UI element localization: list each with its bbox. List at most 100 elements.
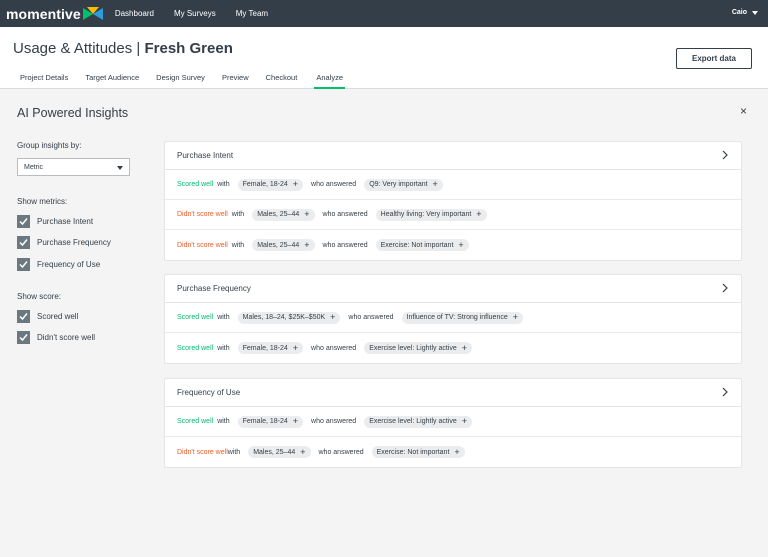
insight-card-purchase-intent: Purchase Intent Scored well with Female,…	[164, 141, 742, 261]
group-insights-label: Group insights by:	[17, 141, 82, 150]
metric-label: Frequency of Use	[37, 260, 101, 269]
score-checkbox-didnt-score-well[interactable]: Didn't score well	[17, 331, 95, 344]
score-status: Scored well	[177, 314, 214, 321]
score-status: Didn't score well	[177, 211, 228, 218]
checkbox-checked-icon	[17, 331, 30, 344]
plus-icon: +	[461, 342, 467, 353]
logo-text: momentive	[6, 5, 81, 22]
with-text: with	[217, 418, 230, 425]
tab-preview[interactable]: Preview	[222, 73, 249, 89]
metric-checkbox-purchase-frequency[interactable]: Purchase Frequency	[17, 236, 111, 249]
caret-down-icon	[752, 10, 758, 15]
insight-row: Scored well with Female, 18-24 + who answ…	[165, 407, 741, 437]
plus-icon: +	[292, 179, 299, 189]
segment-label: Males, 25–44	[253, 448, 296, 456]
nav-dashboard[interactable]: Dashboard	[115, 9, 154, 18]
answer-chip[interactable]: Exercise level: Lightly active +	[364, 415, 472, 428]
card-title: Purchase Intent	[177, 151, 234, 160]
insight-row: Scored well with Female, 18-24 + who answ…	[165, 333, 741, 363]
with-text: with	[217, 344, 230, 352]
plus-icon: +	[292, 342, 299, 353]
with-text: with	[217, 181, 230, 188]
plus-icon: +	[304, 209, 310, 219]
score-checkbox-scored-well[interactable]: Scored well	[17, 310, 78, 323]
card-header[interactable]: Frequency of Use	[165, 379, 741, 407]
project-header: Usage & Attitudes | Fresh Green Project …	[0, 27, 768, 89]
answer-chip[interactable]: Influence of TV: Strong influence +	[401, 311, 524, 324]
card-header[interactable]: Purchase Frequency	[165, 275, 741, 303]
main-nav: Dashboard My Surveys My Team	[115, 9, 288, 18]
who-answered-text: who answered	[311, 344, 357, 352]
metric-checkbox-purchase-intent[interactable]: Purchase Intent	[17, 215, 93, 228]
page-title-project: Fresh Green	[144, 40, 233, 57]
insight-row: Didn't score well with Males, 25–44 + who…	[165, 230, 741, 260]
with-text: with	[231, 211, 245, 218]
who-answered-text: who answered	[318, 448, 364, 456]
insight-card-frequency-of-use: Frequency of Use Scored well with Female…	[164, 378, 742, 468]
metric-label: Purchase Frequency	[37, 238, 111, 247]
group-insights-select[interactable]: Metric	[17, 158, 130, 176]
nav-my-team[interactable]: My Team	[236, 9, 268, 18]
segment-chip[interactable]: Female, 18-24 +	[237, 342, 304, 354]
checkbox-checked-icon	[17, 215, 30, 228]
segment-label: Males, 25–44	[257, 211, 300, 218]
plus-icon: +	[300, 446, 306, 457]
score-status: Didn't score well	[177, 448, 228, 456]
plus-icon: +	[512, 312, 519, 322]
segment-chip[interactable]: Males, 25–44 +	[252, 208, 315, 221]
who-answered-text: who answered	[311, 181, 357, 188]
card-header[interactable]: Purchase Intent	[165, 142, 741, 170]
segment-chip[interactable]: Males, 25–44 +	[248, 446, 311, 458]
card-title: Purchase Frequency	[177, 284, 251, 293]
page-title-prefix: Usage & Attitudes |	[13, 40, 145, 57]
top-nav-bar: momentive Dashboard My Surveys My Team C…	[0, 0, 768, 27]
segment-label: Female, 18-24	[242, 344, 288, 352]
chevron-right-icon	[722, 283, 728, 293]
chevron-right-icon	[722, 387, 728, 397]
segment-label: Males, 18–24, $25K–$50K	[242, 314, 326, 321]
panel-title: AI Powered Insights	[17, 106, 129, 120]
metric-checkbox-frequency-of-use[interactable]: Frequency of Use	[17, 258, 100, 271]
user-menu[interactable]: Caio	[732, 9, 758, 16]
segment-chip[interactable]: Males, 25–44 +	[252, 239, 315, 251]
project-tabs: Project Details Target Audience Design S…	[20, 73, 362, 89]
who-answered-text: who answered	[311, 418, 357, 425]
nav-my-surveys[interactable]: My Surveys	[174, 9, 216, 18]
plus-icon: +	[476, 209, 482, 219]
momentive-logo[interactable]: momentive	[6, 6, 103, 22]
segment-chip[interactable]: Female, 18-24 +	[237, 178, 304, 191]
score-status: Scored well	[177, 418, 214, 425]
answer-label: Healthy living: Very important	[380, 211, 472, 218]
tab-target-audience[interactable]: Target Audience	[85, 73, 139, 89]
checkbox-checked-icon	[17, 310, 30, 323]
tab-checkout[interactable]: Checkout	[266, 73, 298, 89]
score-label: Scored well	[37, 312, 79, 321]
score-label: Didn't score well	[37, 333, 95, 342]
chevron-down-icon	[117, 166, 123, 170]
score-status: Scored well	[177, 344, 214, 352]
segment-chip[interactable]: Males, 18–24, $25K–$50K +	[237, 311, 341, 324]
answer-chip[interactable]: Exercise: Not important +	[375, 239, 469, 251]
checkbox-checked-icon	[17, 236, 30, 249]
show-score-label: Show score:	[17, 292, 62, 301]
tab-design-survey[interactable]: Design Survey	[156, 73, 205, 89]
segment-chip[interactable]: Female, 18-24 +	[237, 415, 304, 428]
export-data-button[interactable]: Export data	[676, 48, 752, 69]
answer-chip[interactable]: Exercise: Not important +	[371, 446, 465, 458]
with-text: with	[231, 241, 245, 249]
plus-icon: +	[454, 446, 460, 457]
tab-analyze[interactable]: Analyze	[314, 73, 345, 89]
answer-chip[interactable]: Healthy living: Very important +	[375, 208, 487, 221]
logo-mark-icon	[82, 6, 103, 20]
plus-icon: +	[304, 239, 310, 250]
answer-chip[interactable]: Exercise level: Lightly active +	[364, 342, 472, 354]
chevron-right-icon	[722, 150, 728, 160]
insight-row: Didn't score well with Males, 25–44 + who…	[165, 200, 741, 230]
close-icon[interactable]: ×	[740, 104, 747, 118]
card-title: Frequency of Use	[177, 388, 241, 397]
answer-chip[interactable]: Q9: Very important +	[364, 178, 443, 191]
tab-project-details[interactable]: Project Details	[20, 73, 68, 89]
metric-label: Purchase Intent	[37, 217, 94, 226]
with-text: with	[227, 448, 241, 456]
group-insights-value: Metric	[24, 163, 44, 171]
